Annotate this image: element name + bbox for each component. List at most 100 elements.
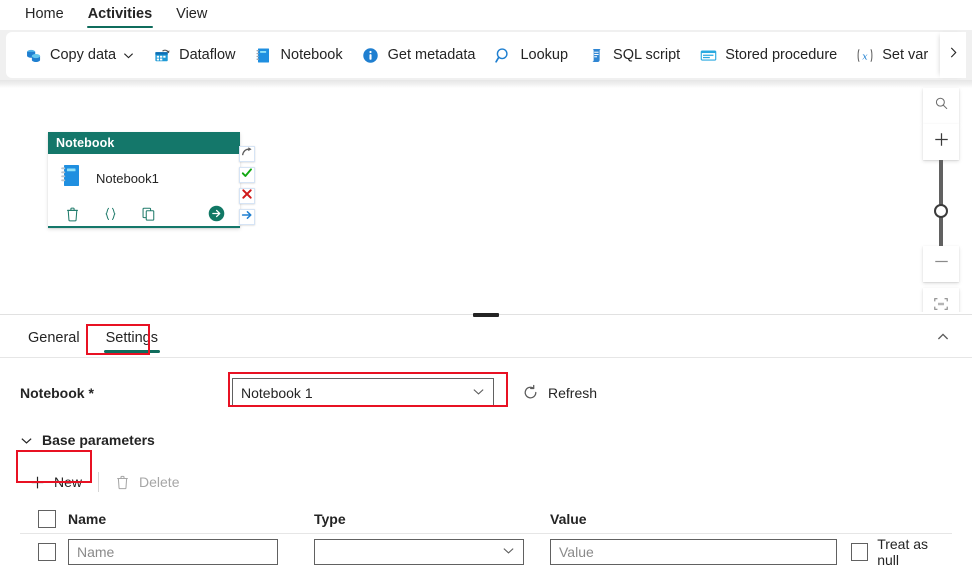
row-type-cell (314, 538, 550, 565)
notebook-label-text: Notebook (20, 384, 85, 401)
base-parameters-command-bar: New Delete (20, 466, 189, 498)
activity-node-header: Notebook (48, 132, 240, 154)
command-label: Dataflow (179, 47, 236, 63)
ribbon-command-bar: Copy data Dataflow Notebook Get metadata… (0, 30, 972, 80)
parameter-value-input[interactable]: Value (550, 538, 837, 565)
properties-tab-strip: General Settings (0, 318, 972, 360)
required-marker: * (88, 384, 94, 401)
command-dataflow[interactable]: Dataflow (143, 38, 244, 72)
delete-activity-icon[interactable] (61, 203, 83, 225)
select-all-cell (20, 509, 68, 528)
code-view-icon[interactable] (99, 203, 121, 225)
column-header-name: Name (68, 510, 107, 527)
command-label: Lookup (520, 47, 569, 63)
delete-parameter-button[interactable]: Delete (105, 470, 189, 494)
parameter-name-input[interactable]: Name (68, 538, 278, 565)
zoom-slider[interactable] (923, 160, 959, 246)
command-label: Stored procedure (725, 47, 838, 63)
duplicate-activity-icon[interactable] (137, 203, 159, 225)
sql-script-icon (586, 45, 606, 65)
base-parameters-toggle[interactable]: Base parameters (20, 432, 155, 448)
activity-node-type-label: Notebook (56, 136, 115, 150)
stored-procedure-icon (698, 45, 718, 65)
canvas-zoom-controls (923, 88, 959, 312)
activity-node-action-bar (48, 202, 240, 228)
zoom-slider-thumb[interactable] (934, 204, 948, 218)
refresh-button[interactable]: Refresh (522, 384, 597, 401)
on-failure-connector[interactable] (239, 188, 255, 204)
notebook-select[interactable]: Notebook 1 (232, 378, 494, 407)
cross-icon (241, 187, 253, 205)
column-header-type: Type (314, 510, 346, 527)
ribbon-tab-home[interactable]: Home (14, 2, 75, 28)
chevron-up-icon (936, 330, 950, 349)
pipeline-canvas[interactable]: Notebook Notebook1 (0, 80, 972, 312)
refresh-label: Refresh (548, 384, 598, 401)
treat-as-null-checkbox[interactable] (850, 542, 869, 561)
row-select-cell (20, 542, 68, 561)
command-label: Notebook (280, 47, 343, 63)
command-label: Copy data (50, 47, 117, 63)
minus-icon (933, 253, 950, 275)
curved-arrow-icon (241, 145, 253, 163)
on-skip-connector[interactable] (239, 209, 255, 225)
zoom-in-button[interactable] (923, 124, 959, 160)
collapse-panel-button[interactable] (930, 328, 956, 350)
command-notebook[interactable]: Notebook (245, 38, 352, 72)
ribbon-overflow-button[interactable] (940, 32, 966, 78)
notebook-icon (254, 45, 274, 65)
row-value-cell: Value Treat as null (550, 536, 952, 566)
command-label: SQL script (613, 47, 681, 63)
chevron-down-icon[interactable] (502, 544, 515, 560)
notebook-icon (58, 162, 84, 195)
activity-properties-panel: General Settings Notebook * Notebook 1 R… (0, 318, 972, 566)
treat-as-null-control[interactable]: Treat as null (850, 535, 952, 566)
magnifier-icon (493, 45, 513, 65)
treat-as-null-label: Treat as null (877, 535, 929, 566)
fit-to-screen-button[interactable] (923, 288, 959, 312)
info-icon (361, 45, 381, 65)
command-lookup[interactable]: Lookup (484, 38, 577, 72)
ribbon-tab-view[interactable]: View (165, 2, 218, 28)
column-header-value: Value (550, 510, 587, 527)
command-get-metadata[interactable]: Get metadata (352, 38, 485, 72)
chevron-down-icon[interactable] (472, 385, 485, 401)
command-sql-script[interactable]: SQL script (577, 38, 689, 72)
parameter-type-select[interactable] (314, 538, 524, 565)
notebook-select-value: Notebook 1 (241, 384, 313, 401)
fit-screen-icon (933, 296, 949, 313)
base-parameters-table: Name Type Value Name Value Treat as null (20, 504, 952, 566)
command-label: Get metadata (387, 47, 476, 63)
new-parameter-button[interactable]: New (20, 470, 92, 494)
command-stored-procedure[interactable]: Stored procedure (689, 38, 846, 72)
table-header-row: Name Type Value (20, 504, 952, 534)
search-canvas-button[interactable] (923, 88, 959, 124)
pipeline-editor: Home Activities View Copy data Dataflow … (0, 0, 972, 566)
copy-data-icon (23, 45, 43, 65)
activity-node-notebook1[interactable]: Notebook Notebook1 (48, 132, 240, 228)
right-arrow-icon (241, 208, 253, 226)
activity-node-name: Notebook1 (96, 170, 159, 186)
chevron-down-icon[interactable] (123, 50, 134, 61)
select-all-checkbox[interactable] (38, 509, 56, 528)
properties-tab-rule (0, 357, 972, 358)
on-success-connector[interactable] (239, 167, 255, 183)
run-activity-icon[interactable] (207, 204, 226, 228)
activity-node-body: Notebook1 (48, 154, 240, 202)
zoom-slider-track (939, 160, 943, 246)
canvas-top-shadow (0, 80, 972, 88)
table-row: Name Value Treat as null (20, 534, 952, 566)
command-copy-data[interactable]: Copy data (14, 38, 143, 72)
ribbon-tab-strip: Home Activities View (0, 0, 972, 30)
splitter-grip[interactable] (473, 313, 499, 317)
ribbon-tab-activities[interactable]: Activities (77, 2, 163, 28)
command-set-variable[interactable]: x Set var (846, 38, 937, 72)
plus-icon (30, 475, 45, 490)
tab-settings[interactable]: Settings (96, 324, 168, 355)
zoom-out-button[interactable] (923, 246, 959, 282)
svg-text:x: x (863, 51, 869, 62)
row-select-checkbox[interactable] (38, 542, 56, 561)
on-completion-connector[interactable] (239, 146, 255, 162)
tab-general[interactable]: General (18, 324, 90, 355)
refresh-icon (522, 384, 539, 401)
